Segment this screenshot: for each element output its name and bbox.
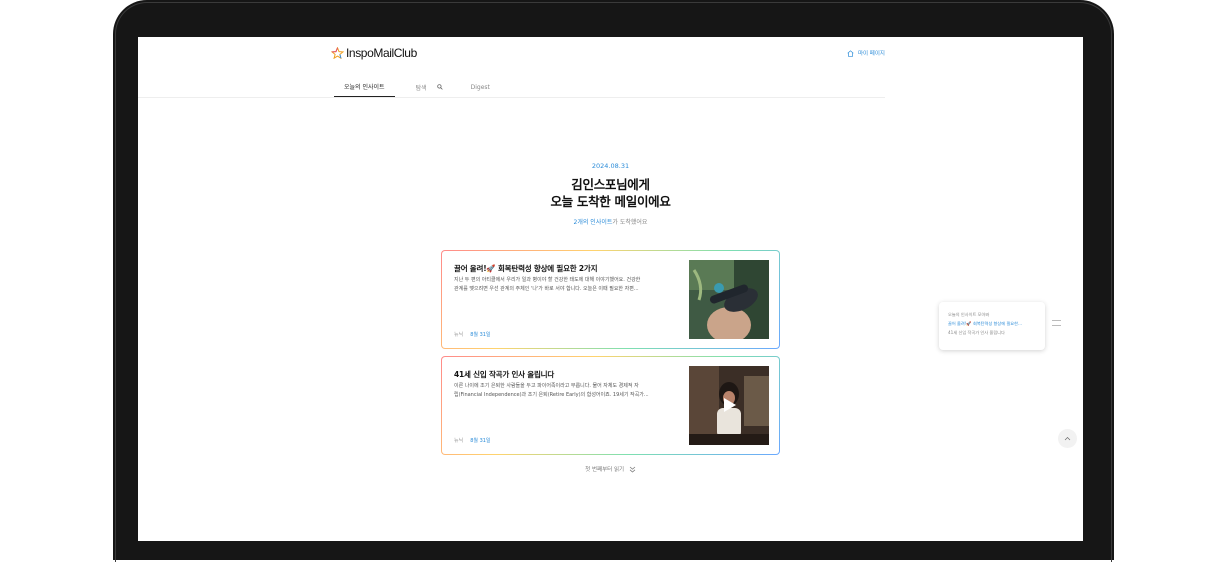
tab-explore[interactable]: 탐색 bbox=[409, 82, 450, 97]
card-title: 끌어 올려!🚀 회복탄력성 향상에 필요한 2가지 bbox=[454, 264, 598, 273]
home-icon bbox=[847, 49, 854, 57]
nav-divider bbox=[138, 97, 885, 98]
read-from-first-link[interactable]: 첫 번째부터 읽기 bbox=[138, 465, 1083, 473]
title-line-1: 김인스포님에게 bbox=[571, 177, 650, 192]
scroll-top-button[interactable] bbox=[1058, 429, 1077, 448]
card-meta: 뉴닉 8월 31일 bbox=[454, 437, 491, 444]
tab-label: Digest bbox=[470, 83, 490, 91]
search-icon bbox=[436, 84, 443, 90]
tab-label: 탐색 bbox=[415, 84, 427, 92]
play-icon[interactable] bbox=[720, 396, 738, 414]
tab-digest[interactable]: Digest bbox=[464, 82, 497, 97]
tab-today-insight[interactable]: 오늘의 인사이트 bbox=[334, 82, 395, 97]
card-meta: 뉴닉 8월 31일 bbox=[454, 331, 491, 338]
toc-item[interactable]: 끌어 올려!🚀 회복탄력성 향상에 필요한... bbox=[948, 319, 1036, 328]
toc-header: 오늘의 인사이트 모아봐 bbox=[948, 312, 990, 317]
insight-card-body[interactable]: 끌어 올려!🚀 회복탄력성 향상에 필요한 2가지 지난 두 편의 아티클에서 … bbox=[442, 251, 779, 348]
card-desc-line: 지난 두 편의 아티클에서 우리가 일과 병이야 할 건강한 태도에 대해 이야… bbox=[454, 277, 641, 283]
insight-count-suffix: 가 도착했어요 bbox=[612, 219, 648, 226]
main-nav: 오늘의 인사이트 탐색 Digest bbox=[334, 82, 497, 97]
toc-item[interactable]: 41세 신입 작곡가 인사 올립니다 bbox=[948, 328, 1036, 337]
card-date: 8월 31일 bbox=[470, 438, 491, 444]
insight-card: 41세 신입 작곡가 인사 올립니다 이른 나이에 조기 은퇴한 사람들을 두고… bbox=[441, 356, 780, 455]
double-chevron-down-icon bbox=[629, 466, 636, 473]
chevron-up-icon bbox=[1064, 437, 1071, 441]
insight-count-text: 2개의 인사이트가 도착했어요 bbox=[138, 217, 1083, 226]
mypage-label: 마이 페이지 bbox=[857, 51, 885, 57]
title-line-2: 오늘 도착한 메일이에요 bbox=[550, 194, 671, 209]
toc-indicator-line bbox=[1052, 320, 1061, 321]
card-video-thumbnail[interactable] bbox=[689, 366, 769, 445]
insight-toc-panel: 오늘의 인사이트 모아봐 끌어 올려!🚀 회복탄력성 향상에 필요한... 41… bbox=[939, 302, 1045, 350]
page-title: 김인스포님에게 오늘 도착한 메일이에요 bbox=[138, 176, 1083, 210]
card-desc-line: 관계를 맺으려면 우선 관계의 주체인 '나'가 바로 서야 합니다. 오늘은 … bbox=[454, 286, 639, 292]
browser-screen: InspoMailClub 마이 페이지 오늘의 인사이트 탐색 Digest … bbox=[138, 37, 1083, 541]
card-source: 뉴닉 bbox=[454, 332, 464, 338]
card-description: 지난 두 편의 아티클에서 우리가 일과 병이야 할 건강한 태도에 대해 이야… bbox=[454, 276, 686, 294]
card-thumbnail bbox=[689, 260, 769, 339]
card-source: 뉴닉 bbox=[454, 438, 464, 444]
card-date: 8월 31일 bbox=[470, 332, 491, 338]
card-desc-line: 립(Financial Independence)과 조기 은퇴(Retire … bbox=[454, 392, 649, 398]
logo-text: InspoMailClub bbox=[346, 46, 417, 60]
insight-card: 끌어 올려!🚀 회복탄력성 향상에 필요한 2가지 지난 두 편의 아티클에서 … bbox=[441, 250, 780, 349]
read-more-label: 첫 번째부터 읽기 bbox=[585, 467, 625, 473]
logo[interactable]: InspoMailClub bbox=[331, 46, 417, 60]
toc-indicator[interactable] bbox=[1052, 320, 1061, 330]
card-description: 이른 나이에 조기 은퇴한 사람들을 두고 파이어족이라고 부릅니다. 물어 자… bbox=[454, 382, 686, 400]
date-label: 2024.08.31 bbox=[591, 162, 630, 170]
insight-count: 2개의 인사이트 bbox=[573, 219, 613, 226]
star-logo-icon bbox=[331, 47, 344, 59]
toc-indicator-line bbox=[1052, 325, 1061, 326]
card-title: 41세 신입 작곡가 인사 올립니다 bbox=[454, 370, 555, 379]
card-desc-line: 이른 나이에 조기 은퇴한 사람들을 두고 파이어족이라고 부릅니다. 물어 자… bbox=[454, 383, 639, 389]
insight-card-body[interactable]: 41세 신입 작곡가 인사 올립니다 이른 나이에 조기 은퇴한 사람들을 두고… bbox=[442, 357, 779, 454]
mypage-link[interactable]: 마이 페이지 bbox=[847, 49, 885, 57]
tab-label: 오늘의 인사이트 bbox=[344, 84, 385, 91]
